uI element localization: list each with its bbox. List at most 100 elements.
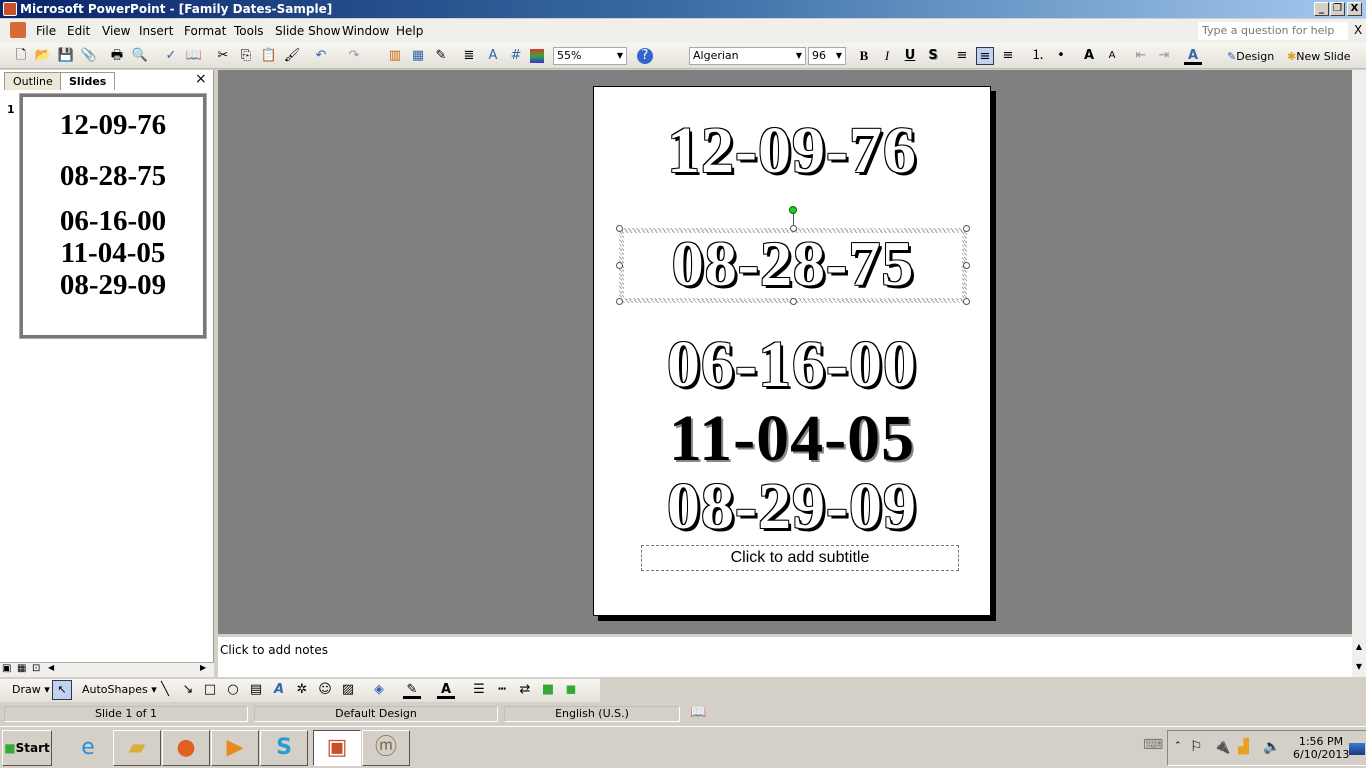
font-size-select[interactable]: 96 ▼	[808, 47, 846, 65]
italic-button[interactable]: I	[878, 47, 896, 65]
tab-slides[interactable]: Slides	[60, 72, 116, 90]
save-icon[interactable]: 💾	[57, 47, 75, 65]
permission-icon[interactable]: 📎	[80, 47, 98, 65]
arrow-style-icon[interactable]: ⇄	[516, 681, 534, 699]
align-left-icon[interactable]: ≡	[953, 47, 971, 65]
open-icon[interactable]: 📂	[34, 47, 52, 65]
fill-color-icon[interactable]: ◈	[370, 681, 388, 699]
slideshow-icon[interactable]: ⊡	[32, 663, 40, 674]
clipart-icon[interactable]: ☺	[316, 681, 334, 699]
network-icon[interactable]: ▟	[1238, 739, 1249, 755]
shadow-style-icon[interactable]: ■	[539, 681, 557, 699]
help-icon[interactable]: ?	[637, 48, 653, 64]
menu-window[interactable]: Window	[342, 24, 389, 38]
bullets-icon[interactable]: •	[1052, 47, 1070, 65]
line-icon[interactable]: ╲	[156, 681, 174, 699]
document-icon[interactable]	[10, 22, 26, 38]
menu-file[interactable]: File	[36, 24, 56, 38]
show-desktop-icon[interactable]	[1349, 743, 1365, 755]
copy-icon[interactable]: ⎘	[237, 47, 255, 65]
research-icon[interactable]: 📖	[185, 47, 203, 65]
undo-icon[interactable]: ↶	[312, 47, 330, 65]
numbering-icon[interactable]: ⒈	[1029, 47, 1047, 65]
tables-borders-icon[interactable]: ✎	[432, 47, 450, 65]
redo-icon[interactable]: ↷	[345, 47, 363, 65]
print-preview-icon[interactable]: 🔍	[131, 47, 149, 65]
decrease-indent-icon[interactable]: ⇤	[1132, 47, 1150, 65]
grid-icon[interactable]: #	[507, 47, 525, 65]
menu-help[interactable]: Help	[396, 24, 423, 38]
flag-icon[interactable]: ⚐	[1190, 739, 1203, 755]
underline-button[interactable]: U	[901, 47, 919, 65]
close-pane-button[interactable]: ×	[195, 71, 207, 87]
textbox-icon[interactable]: ▤	[247, 681, 265, 699]
scroll-arrows[interactable]: ▲ ▼	[1352, 637, 1366, 677]
internet-explorer-icon[interactable]: e	[64, 730, 112, 766]
app-m-icon[interactable]: ⓜ	[362, 730, 410, 766]
show-hidden-icons[interactable]: ⌃	[1174, 741, 1182, 751]
increase-font-icon[interactable]: A	[1080, 47, 1098, 65]
resize-handle[interactable]	[790, 225, 797, 232]
scroll-right-icon[interactable]: ▶	[200, 663, 206, 672]
minimize-button[interactable]: _	[1314, 2, 1329, 16]
skype-icon[interactable]: S	[260, 730, 308, 766]
power-icon[interactable]: 🔌	[1213, 739, 1230, 755]
bold-button[interactable]: B	[855, 47, 873, 65]
align-center-icon[interactable]: ≡	[976, 47, 994, 65]
media-player-icon[interactable]: ▶	[211, 730, 259, 766]
slide-thumbnail[interactable]: 12-09-76 08-28-75 06-16-00 11-04-05 08-2…	[19, 93, 207, 339]
powerpoint-app-icon[interactable]	[3, 2, 17, 16]
notes-input[interactable]: Click to add notes	[218, 637, 1352, 677]
scroll-left-icon[interactable]: ◀	[48, 663, 54, 672]
shadow-button[interactable]: S	[924, 47, 942, 65]
picture-icon[interactable]: ▨	[339, 681, 357, 699]
resize-handle[interactable]	[616, 298, 623, 305]
date-text[interactable]: 11-04-05	[594, 401, 990, 477]
line-color-icon[interactable]: ✎	[403, 681, 421, 699]
oval-icon[interactable]: ○	[224, 681, 242, 699]
draw-menu[interactable]: Draw ▾	[12, 683, 50, 696]
select-objects-icon[interactable]: ↖	[52, 680, 72, 700]
insert-table-icon[interactable]: ▦	[409, 47, 427, 65]
menu-format[interactable]: Format	[184, 24, 226, 38]
design-button[interactable]: ✎Design	[1227, 50, 1274, 63]
start-button[interactable]: ■Start	[2, 730, 52, 766]
expand-all-icon[interactable]: ≣	[460, 47, 478, 65]
tab-outline[interactable]: Outline	[4, 72, 62, 90]
normal-view-icon[interactable]: ▣	[2, 663, 11, 674]
3d-style-icon[interactable]: ◼	[562, 681, 580, 699]
increase-indent-icon[interactable]: ⇥	[1155, 47, 1173, 65]
menu-tools[interactable]: Tools	[234, 24, 264, 38]
spelling-status-icon[interactable]: 📖	[690, 705, 706, 720]
resize-handle[interactable]	[963, 225, 970, 232]
restore-button[interactable]: ❐	[1330, 2, 1345, 16]
font-select[interactable]: Algerian ▼	[689, 47, 806, 65]
subtitle-placeholder[interactable]: Click to add subtitle	[641, 545, 959, 571]
clock[interactable]: 1:56 PM 6/10/2013	[1293, 735, 1349, 761]
keyboard-icon[interactable]: ⌨	[1143, 737, 1163, 753]
insert-chart-icon[interactable]: ▥	[386, 47, 404, 65]
line-style-icon[interactable]: ☰	[470, 681, 488, 699]
arrow-icon[interactable]: ↘	[179, 681, 197, 699]
menu-slide-show[interactable]: Slide Show	[275, 24, 340, 38]
cut-icon[interactable]: ✂	[214, 47, 232, 65]
close-document-button[interactable]: X	[1354, 23, 1362, 37]
rectangle-icon[interactable]: □	[201, 681, 219, 699]
resize-handle[interactable]	[790, 298, 797, 305]
font-color-icon[interactable]: A	[1184, 47, 1202, 65]
slide-canvas[interactable]: 12-09-76 06-16-00 11-04-05 08-29-09	[593, 86, 991, 616]
resize-handle[interactable]	[616, 262, 623, 269]
rotate-handle[interactable]	[789, 206, 797, 214]
new-slide-button[interactable]: ✱New Slide	[1287, 50, 1351, 63]
new-icon[interactable]: 🗋	[12, 47, 30, 65]
zoom-select[interactable]: 55% ▼	[553, 47, 627, 65]
resize-handle[interactable]	[963, 262, 970, 269]
selected-textbox[interactable]: 08-28-75	[619, 228, 967, 303]
show-formatting-icon[interactable]: A	[484, 47, 502, 65]
diagram-icon[interactable]: ✲	[293, 681, 311, 699]
slide-sorter-icon[interactable]: ▦	[17, 663, 26, 674]
print-icon[interactable]: 🖶	[108, 47, 126, 65]
resize-handle[interactable]	[616, 225, 623, 232]
date-text[interactable]: 12-09-76	[594, 113, 990, 189]
resize-handle[interactable]	[963, 298, 970, 305]
